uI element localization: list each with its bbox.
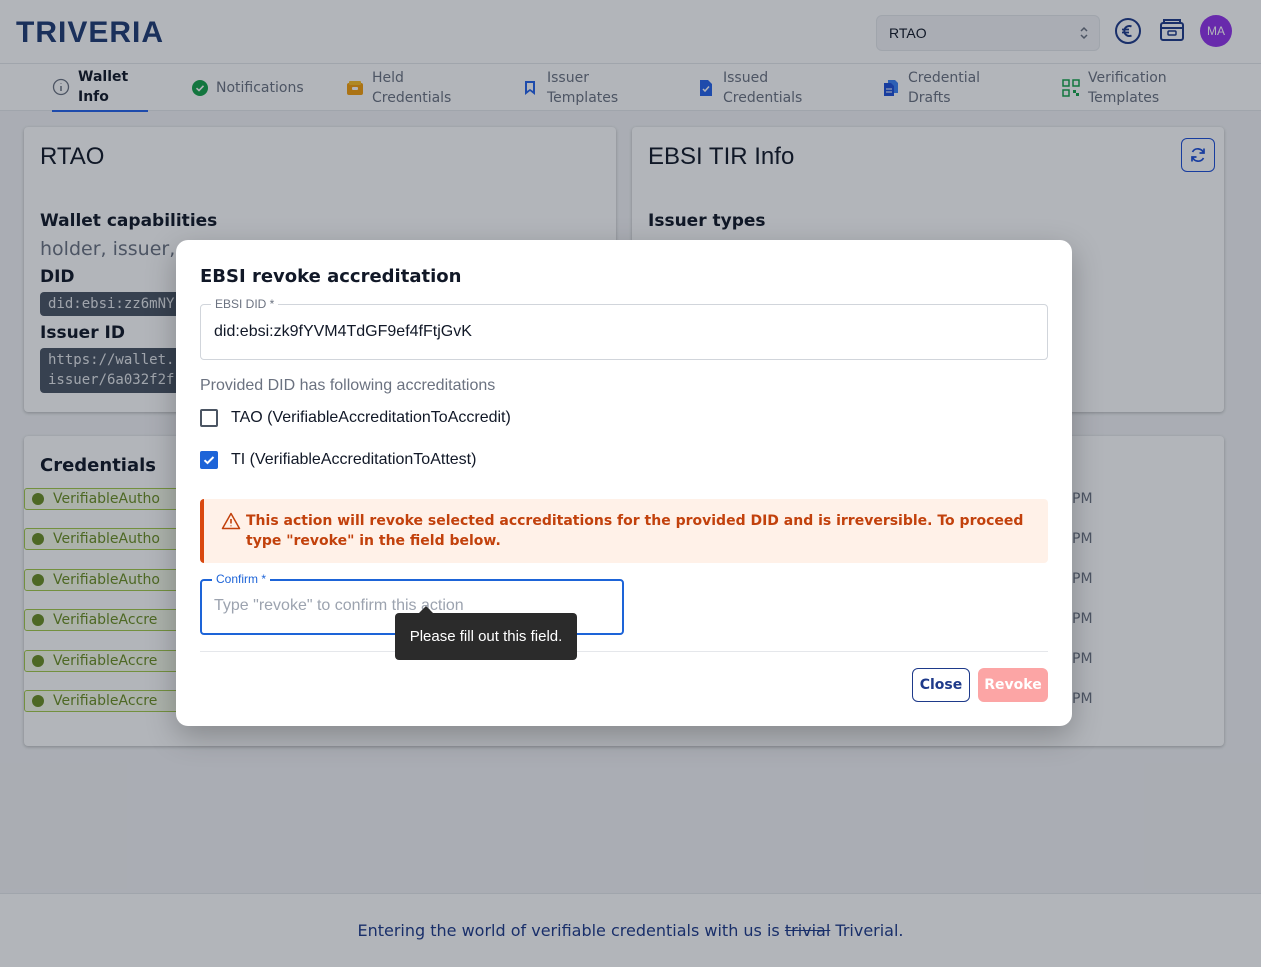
irreversible-warning: This action will revoke selected accredi… [200, 499, 1048, 563]
ebsi-did-value: did:ebsi:zk9fYVM4TdGF9ef4fFtjGvK [214, 323, 472, 340]
checkmark-icon [203, 456, 215, 465]
close-button[interactable]: Close [912, 668, 970, 702]
dialog-divider [200, 651, 1048, 652]
confirm-label: Confirm * [212, 572, 271, 586]
revoke-button[interactable]: Revoke [978, 668, 1048, 702]
ti-option[interactable]: TI (VerifiableAccreditationToAttest) [200, 451, 476, 469]
tao-option-label: TAO (VerifiableAccreditationToAccredit) [231, 409, 511, 426]
ti-option-label: TI (VerifiableAccreditationToAttest) [231, 451, 477, 468]
warning-triangle-icon [221, 512, 241, 530]
accreditations-helper: Provided DID has following accreditation… [200, 377, 496, 394]
revoke-accreditation-dialog: EBSI revoke accreditation EBSI DID * did… [176, 240, 1072, 726]
ti-checkbox[interactable] [200, 451, 218, 469]
ebsi-did-label: EBSI DID * [211, 297, 279, 311]
warning-text: This action will revoke selected accredi… [246, 513, 1024, 549]
dialog-title: EBSI revoke accreditation [200, 266, 462, 287]
validation-tooltip: Please fill out this field. [395, 606, 577, 660]
tao-checkbox[interactable] [200, 409, 218, 427]
tao-option[interactable]: TAO (VerifiableAccreditationToAccredit) [200, 409, 511, 427]
ebsi-did-field[interactable]: EBSI DID * did:ebsi:zk9fYVM4TdGF9ef4fFtj… [200, 297, 1048, 360]
